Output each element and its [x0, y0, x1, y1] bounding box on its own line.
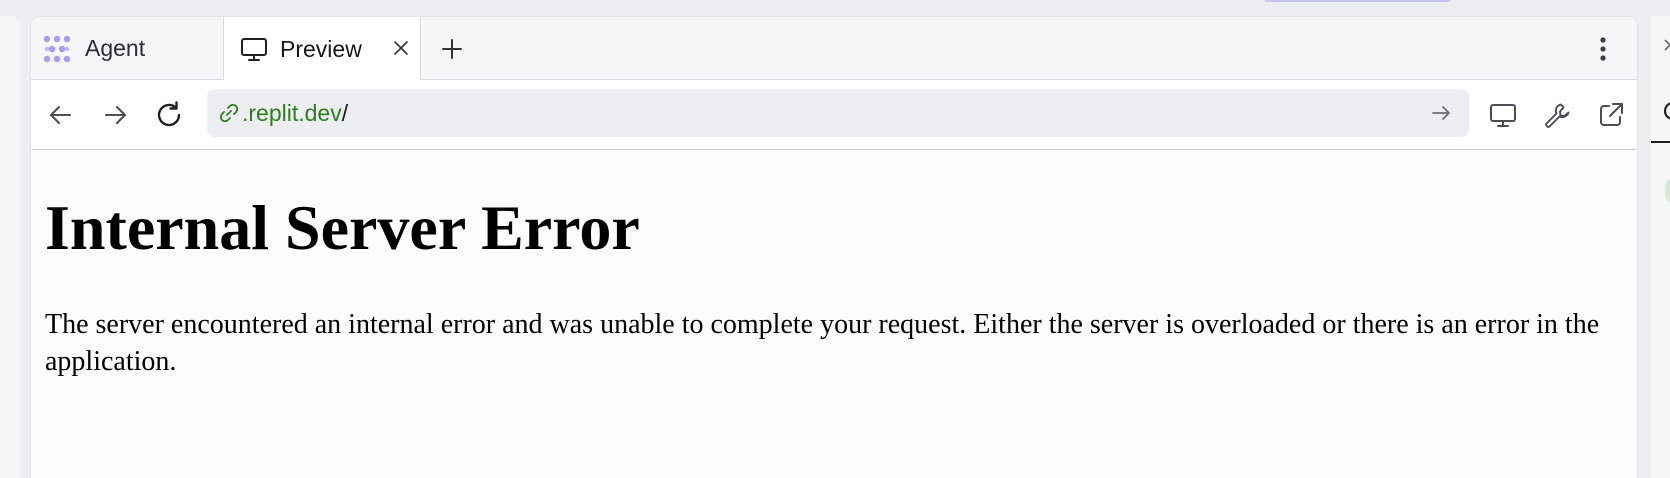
right-panel-edge: [1649, 16, 1670, 478]
top-accent-bar: [1265, 0, 1450, 2]
preview-panel: Agent Preview .replit.dev/ Internal Serv…: [30, 16, 1638, 478]
arrow-right-icon[interactable]: [1429, 101, 1453, 125]
page-heading: Internal Server Error: [45, 192, 640, 263]
reload-icon[interactable]: [151, 97, 187, 133]
error-message: The server encountered an internal error…: [45, 309, 1600, 377]
url-domain: .replit.dev: [242, 100, 342, 126]
url-text: .replit.dev/: [242, 99, 348, 127]
link-icon: [217, 101, 241, 125]
app-window: Agent Preview .replit.dev/ Internal Serv…: [0, 0, 1670, 478]
external-link-icon[interactable]: [1593, 97, 1629, 133]
tab-preview[interactable]: Preview: [223, 17, 421, 81]
arrow-right-icon[interactable]: [97, 97, 133, 133]
monitor-icon: [238, 33, 270, 65]
close-icon[interactable]: [1663, 36, 1670, 54]
plus-icon[interactable]: [436, 33, 468, 65]
arrow-left-icon[interactable]: [43, 97, 79, 133]
monitor-icon[interactable]: [1485, 97, 1521, 133]
left-sidebar-edge: [0, 16, 20, 478]
right-tab-indicator: [1651, 141, 1670, 143]
tab-agent-label: Agent: [85, 35, 146, 61]
browser-toolbar: .replit.dev/: [31, 80, 1637, 150]
agent-dots-icon: [41, 33, 73, 65]
wrench-icon[interactable]: [1539, 97, 1575, 133]
preview-content: Internal Server Error The server encount…: [31, 151, 1637, 478]
url-path: /: [341, 100, 349, 126]
close-icon[interactable]: [388, 35, 414, 61]
url-bar[interactable]: .replit.dev/: [207, 89, 1469, 137]
tab-agent[interactable]: Agent: [31, 17, 223, 80]
tab-preview-label: Preview: [280, 35, 362, 62]
kebab-menu-icon[interactable]: [1589, 33, 1617, 65]
tab-bar: Agent Preview: [31, 17, 1637, 81]
right-tab-icon[interactable]: [1662, 100, 1670, 122]
